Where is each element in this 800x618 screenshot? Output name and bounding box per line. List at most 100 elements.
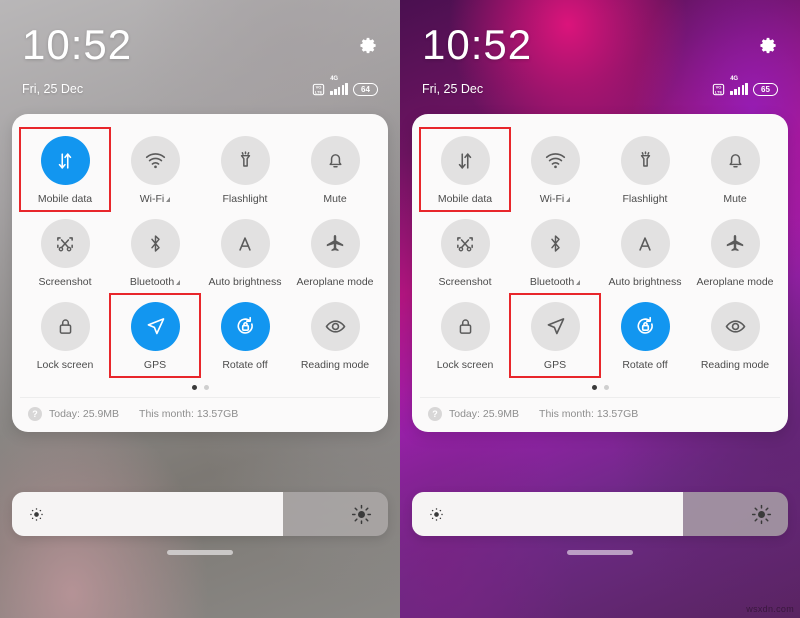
auto-brightness-a-icon[interactable] <box>220 219 270 268</box>
quick-tile-label: Reading mode <box>701 359 769 371</box>
quick-tile-auto-brightness[interactable]: Auto brightness <box>600 211 690 294</box>
gear-icon[interactable] <box>359 36 378 55</box>
quick-tile-aeroplane-mode[interactable]: Aeroplane mode <box>690 211 780 294</box>
data-usage-bar[interactable]: ? Today: 25.9MB This month: 13.57GB <box>420 397 780 432</box>
bell-icon[interactable] <box>710 136 760 185</box>
home-indicator[interactable] <box>167 550 233 555</box>
clock: 10:52 <box>422 21 533 68</box>
pager-dot-0[interactable] <box>591 385 597 390</box>
bluetooth-icon[interactable] <box>530 219 580 268</box>
quick-tile-label: GPS <box>544 359 566 371</box>
eye-icon[interactable] <box>710 302 760 351</box>
quick-tile-mobile-data[interactable]: Mobile data <box>19 127 111 212</box>
quick-tile-rotate-off[interactable]: Rotate off <box>600 294 690 377</box>
lock-icon[interactable] <box>40 302 90 351</box>
page-indicator <box>420 377 780 397</box>
signal-triangle-icon <box>166 196 171 202</box>
brightness-slider-fill <box>412 492 683 536</box>
quick-tile-label: Lock screen <box>37 359 94 371</box>
mobile-data-icon[interactable] <box>40 136 90 185</box>
quick-tile-wi-fi[interactable]: Wi-Fi <box>510 128 600 211</box>
quick-tile-label-text: Bluetooth <box>529 276 575 288</box>
gps-navigation-icon[interactable] <box>530 302 580 351</box>
quick-tile-label-text: Auto brightness <box>208 276 282 288</box>
eye-icon[interactable] <box>310 302 360 351</box>
pager-dot-1[interactable] <box>203 385 209 390</box>
status-icons: VO LTE 4G 64 <box>312 76 378 96</box>
quick-tile-grid: Mobile data Wi-Fi Flashlight Mute Screen… <box>419 127 780 378</box>
rotate-lock-icon[interactable] <box>620 302 670 351</box>
date-label: Fri, 25 Dec <box>422 82 484 96</box>
svg-text:LTE: LTE <box>315 89 323 94</box>
screenshot-scissors-icon[interactable] <box>40 219 90 268</box>
quick-tile-wi-fi[interactable]: Wi-Fi <box>110 128 200 211</box>
quick-tile-label: Screenshot <box>438 276 491 288</box>
quick-tile-label-text: Reading mode <box>700 359 770 371</box>
flashlight-icon[interactable] <box>220 136 270 185</box>
quick-tile-bluetooth[interactable]: Bluetooth <box>510 211 600 294</box>
mobile-data-icon[interactable] <box>440 136 490 185</box>
bluetooth-icon[interactable] <box>130 219 180 268</box>
data-usage-bar[interactable]: ? Today: 25.9MB This month: 13.57GB <box>20 397 380 432</box>
quick-tile-aeroplane-mode[interactable]: Aeroplane mode <box>290 211 380 294</box>
battery-percent-text: 65 <box>761 84 770 94</box>
screenshot-scissors-icon[interactable] <box>440 219 490 268</box>
help-icon[interactable]: ? <box>28 407 42 421</box>
date-label: Fri, 25 Dec <box>22 82 84 96</box>
brightness-slider[interactable] <box>12 492 388 536</box>
quick-tile-label: Flashlight <box>223 193 268 205</box>
quick-tile-mute[interactable]: Mute <box>690 128 780 211</box>
quick-tile-lock-screen[interactable]: Lock screen <box>420 294 510 377</box>
quick-tile-label-text: GPS <box>543 359 567 371</box>
quick-tile-flashlight[interactable]: Flashlight <box>600 128 690 211</box>
quick-tile-gps[interactable]: GPS <box>509 293 601 378</box>
auto-brightness-a-icon[interactable] <box>620 219 670 268</box>
gear-icon[interactable] <box>759 36 778 55</box>
lock-icon[interactable] <box>440 302 490 351</box>
airplane-icon[interactable] <box>310 219 360 268</box>
bell-icon[interactable] <box>310 136 360 185</box>
quick-tile-reading-mode[interactable]: Reading mode <box>290 294 380 377</box>
quick-tile-label-text: Mute <box>723 193 747 205</box>
quick-tile-label-text: Aeroplane mode <box>696 276 774 288</box>
signal-bars-icon: 4G <box>330 76 348 95</box>
pager-dot-1[interactable] <box>603 385 609 390</box>
quick-tile-screenshot[interactable]: Screenshot <box>420 211 510 294</box>
help-icon[interactable]: ? <box>428 407 442 421</box>
quick-tile-label-text: Wi-Fi <box>539 193 565 205</box>
quick-tile-label-text: Wi-Fi <box>139 193 165 205</box>
flashlight-icon[interactable] <box>620 136 670 185</box>
quick-tile-mobile-data[interactable]: Mobile data <box>419 127 511 212</box>
quick-tile-reading-mode[interactable]: Reading mode <box>690 294 780 377</box>
quick-tile-label: Auto brightness <box>609 276 682 288</box>
pager-dot-0[interactable] <box>191 385 197 390</box>
quick-tile-label: Aeroplane mode <box>696 276 773 288</box>
quick-tile-label: Mobile data <box>438 193 492 205</box>
phone-panel-left: 10:52 Fri, 25 Dec VO LTE 4G 64 Mobile da… <box>0 0 400 618</box>
quick-tile-mute[interactable]: Mute <box>290 128 380 211</box>
quick-tile-rotate-off[interactable]: Rotate off <box>200 294 290 377</box>
wifi-icon[interactable] <box>530 136 580 185</box>
quick-tile-flashlight[interactable]: Flashlight <box>200 128 290 211</box>
battery-indicator: 65 <box>753 82 778 96</box>
brightness-low-icon <box>428 506 445 523</box>
quick-tile-lock-screen[interactable]: Lock screen <box>20 294 110 377</box>
phone-panel-right: 10:52 Fri, 25 Dec VO LTE 4G 65 Mobile da… <box>400 0 800 618</box>
brightness-low-icon <box>28 506 45 523</box>
rotate-lock-icon[interactable] <box>220 302 270 351</box>
quick-tile-gps[interactable]: GPS <box>109 293 201 378</box>
page-indicator <box>20 377 380 397</box>
home-indicator[interactable] <box>567 550 633 555</box>
gps-navigation-icon[interactable] <box>130 302 180 351</box>
airplane-icon[interactable] <box>710 219 760 268</box>
quick-tile-screenshot[interactable]: Screenshot <box>20 211 110 294</box>
quick-tile-label: Screenshot <box>38 276 91 288</box>
brightness-slider[interactable] <box>412 492 788 536</box>
quick-tile-label-text: Screenshot <box>438 276 492 288</box>
quick-tile-auto-brightness[interactable]: Auto brightness <box>200 211 290 294</box>
wifi-icon[interactable] <box>130 136 180 185</box>
comparison-stage: 10:52 Fri, 25 Dec VO LTE 4G 64 Mobile da… <box>0 0 800 618</box>
quick-tile-label: Aeroplane mode <box>296 276 373 288</box>
quick-tile-bluetooth[interactable]: Bluetooth <box>110 211 200 294</box>
quick-tile-label: GPS <box>144 359 166 371</box>
